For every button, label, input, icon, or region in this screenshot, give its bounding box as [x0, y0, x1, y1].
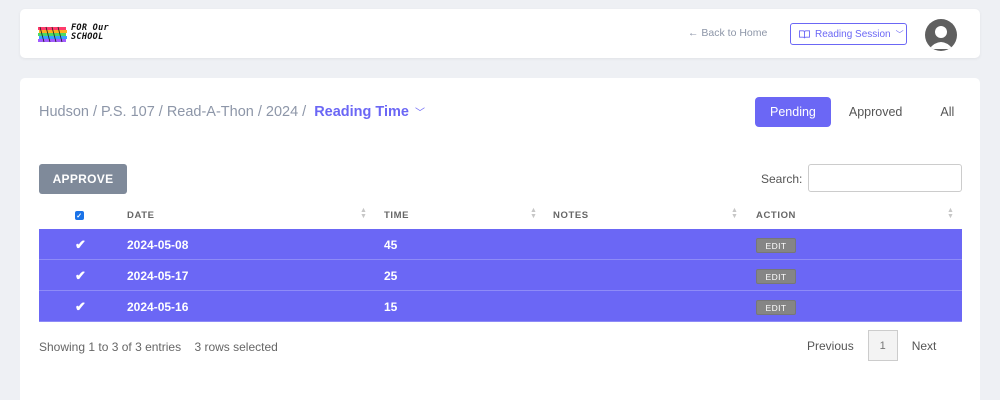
breadcrumb-item-school[interactable]: P.S. 107: [101, 104, 155, 120]
reading-session-dropdown[interactable]: Reading Session ﹀: [790, 23, 907, 45]
rows-selected-text: 3 rows selected: [194, 340, 278, 354]
search-label: Search:: [761, 172, 803, 186]
table-row[interactable]: ✔ 2024-05-17 25 EDIT: [39, 260, 962, 291]
approve-button[interactable]: APPROVE: [39, 164, 127, 194]
table-info: Showing 1 to 3 of 3 entries 3 rows selec…: [39, 340, 278, 354]
chevron-down-icon: ﹀: [895, 29, 904, 39]
column-header-time[interactable]: TIME: [384, 202, 409, 229]
table-row[interactable]: ✔ 2024-05-08 45 EDIT: [39, 229, 962, 260]
back-to-home-link[interactable]: ← Back to Home: [688, 27, 767, 39]
breadcrumb-current[interactable]: Reading Time: [314, 104, 409, 120]
school-logo[interactable]: FOR Our SCHOOL: [38, 23, 118, 45]
breadcrumb-separator: /: [92, 104, 98, 120]
breadcrumb-item-district[interactable]: Hudson: [39, 104, 89, 120]
cell-time: 25: [384, 268, 398, 283]
top-header: FOR Our SCHOOL ← Back to Home Reading Se…: [20, 9, 980, 58]
user-avatar[interactable]: [925, 19, 957, 51]
sort-icon[interactable]: ▲ ▼: [360, 207, 368, 220]
book-icon: [799, 29, 810, 38]
row-checkbox-icon[interactable]: ✔: [75, 291, 86, 322]
tab-all[interactable]: All: [925, 97, 969, 127]
user-icon: [929, 26, 953, 49]
cell-date: 2024-05-08: [127, 237, 189, 252]
sort-icon[interactable]: ▲ ▼: [731, 207, 739, 220]
edit-button[interactable]: EDIT: [756, 300, 796, 315]
cell-time: 15: [384, 299, 398, 314]
sort-icon[interactable]: ▲ ▼: [530, 207, 538, 220]
previous-page-button[interactable]: Previous: [807, 339, 854, 353]
breadcrumb-separator: /: [257, 104, 262, 120]
breadcrumb-separator: /: [158, 104, 163, 120]
logo-rainbow-icon: [38, 26, 67, 43]
breadcrumb-item-year[interactable]: 2024: [266, 104, 298, 120]
select-all-checkbox[interactable]: ✓: [75, 211, 84, 220]
entries-count-text: Showing 1 to 3 of 3 entries: [39, 340, 182, 354]
breadcrumb-separator: /: [302, 104, 307, 120]
reading-session-label: Reading Session: [815, 28, 891, 40]
table-row[interactable]: ✔ 2024-05-16 15 EDIT: [39, 291, 962, 322]
entries-table: ✓ DATE ▲ ▼ TIME ▲ ▼ NOTES ▲ ▼ ACTION ▲ ▼ ✔ 2…: [39, 202, 962, 322]
breadcrumb: Hudson / P.S. 107 / Read-A-Thon / 2024 /…: [39, 104, 425, 120]
tab-approved[interactable]: Approved: [834, 97, 918, 127]
edit-button[interactable]: EDIT: [756, 238, 796, 253]
pagination: Previous 1 Next: [807, 330, 936, 361]
cell-date: 2024-05-16: [127, 299, 189, 314]
column-header-action[interactable]: ACTION: [756, 202, 796, 229]
edit-button[interactable]: EDIT: [756, 269, 796, 284]
chevron-down-icon[interactable]: ﹀: [415, 104, 425, 119]
status-filter-tabs: Pending Approved All: [755, 97, 969, 127]
row-checkbox-icon[interactable]: ✔: [75, 229, 86, 260]
sort-icon[interactable]: ▲ ▼: [947, 207, 955, 220]
main-card: Hudson / P.S. 107 / Read-A-Thon / 2024 /…: [20, 78, 980, 400]
next-page-button[interactable]: Next: [912, 339, 937, 353]
table-header: ✓ DATE ▲ ▼ TIME ▲ ▼ NOTES ▲ ▼ ACTION ▲ ▼: [39, 202, 962, 229]
search-input[interactable]: [808, 164, 962, 192]
page-1-button[interactable]: 1: [867, 330, 898, 361]
logo-text: FOR Our SCHOOL: [71, 23, 109, 42]
breadcrumb-item-event[interactable]: Read-A-Thon: [167, 104, 254, 120]
cell-time: 45: [384, 237, 398, 252]
column-header-date[interactable]: DATE: [127, 202, 155, 229]
column-header-notes[interactable]: NOTES: [553, 202, 589, 229]
row-checkbox-icon[interactable]: ✔: [75, 260, 86, 291]
cell-date: 2024-05-17: [127, 268, 189, 283]
tab-pending[interactable]: Pending: [755, 97, 831, 127]
